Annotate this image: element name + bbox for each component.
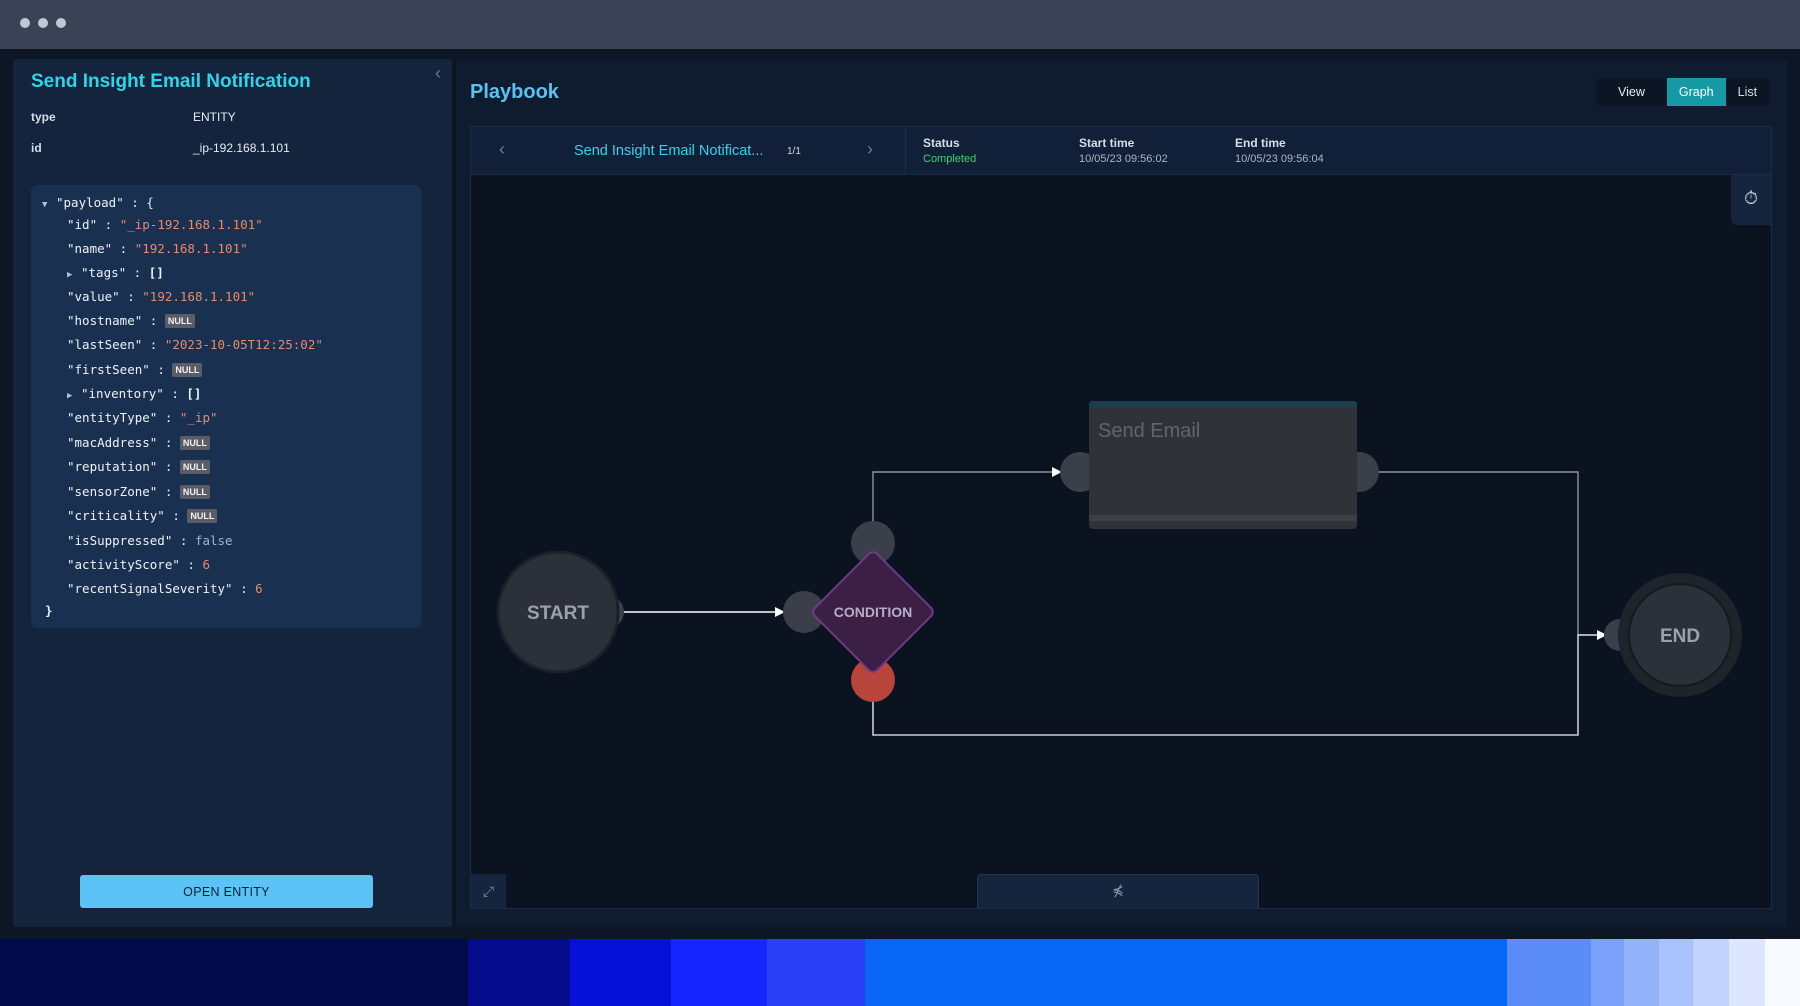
json-value: "192.168.1.101" [134,241,248,256]
null-badge: NULL [179,460,210,474]
history-icon[interactable]: ⏱ [1731,175,1771,225]
condition-node-label: CONDITION [834,604,913,620]
json-field-id: "id" : "_ip-192.168.1.101" [67,217,263,232]
json-field-activityscore: "activityScore" : 6 [67,557,210,572]
start-time-label: Start time [1079,136,1135,150]
window-close-dot[interactable] [20,18,30,28]
status-label: Status [923,136,960,150]
end-node-label: END [1660,626,1700,647]
graph-canvas[interactable]: START CONDITION Send Email END ⏱ ⤢ ⋠ [470,174,1772,909]
status-value: Completed [923,153,977,165]
edge-condition-true-to-send-email [872,467,1062,551]
run-header: ‹ Send Insight Email Notificat... 1/1 › … [470,126,1772,175]
edge-condition-false-to-end [872,630,1607,736]
window-minimize-dot[interactable] [38,18,48,28]
json-value: "192.168.1.101" [142,289,256,304]
expand-toggle-icon[interactable]: ▼ [42,196,56,214]
type-label: type [31,110,56,124]
playbook-graph: START CONDITION Send Email END [496,401,1742,736]
json-value: "_ip" [179,410,218,425]
send-email-label: Send Email [1098,420,1200,442]
json-field-reputation: "reputation" : NULL [67,458,210,476]
start-node-label: START [527,603,589,624]
payload-json-viewer: ▼ "payload" : { "id" : "_ip-192.168.1.101… [31,185,421,628]
null-badge: NULL [179,436,210,450]
window-maximize-dot[interactable] [56,18,66,28]
edge-send-email-to-end [1377,471,1600,636]
json-field-sensorzone: "sensorZone" : NULL [67,483,210,501]
json-field-criticality: "criticality" : NULL [67,507,218,525]
entity-title: Send Insight Email Notification [31,71,311,92]
run-counter: 1/1 [787,146,801,157]
json-value: 6 [202,557,210,572]
graph-view-button[interactable]: Graph [1666,78,1726,106]
start-node[interactable]: START [496,550,624,674]
json-key: "payload" [56,195,124,210]
json-field-issuppressed: "isSuppressed" : false [67,533,233,548]
start-time-value: 10/05/23 09:56:02 [1079,153,1168,165]
collapse-panel-icon[interactable]: ‹ [435,63,441,84]
json-field-hostname: "hostname" : NULL [67,312,195,330]
json-field-macaddress: "macAddress" : NULL [67,434,210,452]
json-root-line: ▼ "payload" : { [42,194,154,212]
null-badge: NULL [172,363,203,377]
json-field-recentsignalseverity: "recentSignalSeverity" : 6 [67,581,263,596]
window-titlebar [0,0,1800,49]
end-time-value: 10/05/23 09:56:04 [1235,153,1324,165]
expand-toggle-icon[interactable]: ▶ [67,266,81,284]
json-value: [] [148,265,164,280]
end-node[interactable]: END [1604,573,1742,697]
view-label: View [1618,85,1645,99]
end-time-label: End time [1235,136,1286,150]
json-field-inventory[interactable]: ▶ "inventory" : [] [67,385,201,403]
run-name: Send Insight Email Notificat... [574,143,764,159]
bottom-gradient-strip [0,939,1800,1006]
json-field-firstseen: "firstSeen" : NULL [67,361,203,379]
collapse-drawer-icon[interactable]: ⋠ [977,874,1259,908]
json-field-lastseen: "lastSeen" : "2023-10-05T12:25:02" [67,337,323,352]
view-toggle: View Graph List [1596,78,1770,106]
entity-panel: ‹ Send Insight Email Notification type E… [13,59,452,927]
json-value: 6 [255,581,263,596]
divider [905,127,906,175]
list-view-button[interactable]: List [1726,78,1769,106]
open-entity-button[interactable]: OPEN ENTITY [80,875,373,908]
json-close-brace: } [45,603,53,618]
json-field-entitytype: "entityType" : "_ip" [67,410,218,425]
next-run-icon[interactable]: › [867,139,873,160]
json-value: "_ip-192.168.1.101" [119,217,263,232]
null-badge: NULL [164,314,195,328]
condition-node[interactable]: CONDITION [783,521,935,702]
json-value: false [194,533,233,548]
json-field-value: "value" : "192.168.1.101" [67,289,256,304]
playbook-panel: Playbook View Graph List ‹ Send Insight … [456,59,1787,927]
fit-to-screen-icon[interactable]: ⤢ [471,874,506,908]
send-email-node[interactable]: Send Email [1060,401,1379,529]
id-label: id [31,141,42,155]
json-field-tags[interactable]: ▶ "tags" : [] [67,264,164,282]
playbook-title: Playbook [470,81,559,103]
null-badge: NULL [187,509,218,523]
json-value: [] [186,386,202,401]
json-field-name: "name" : "192.168.1.101" [67,241,248,256]
null-badge: NULL [179,485,210,499]
json-value: "2023-10-05T12:25:02" [164,337,323,352]
type-value: ENTITY [193,110,236,124]
id-value: _ip-192.168.1.101 [193,141,290,155]
prev-run-icon[interactable]: ‹ [499,139,505,160]
expand-toggle-icon[interactable]: ▶ [67,387,81,405]
